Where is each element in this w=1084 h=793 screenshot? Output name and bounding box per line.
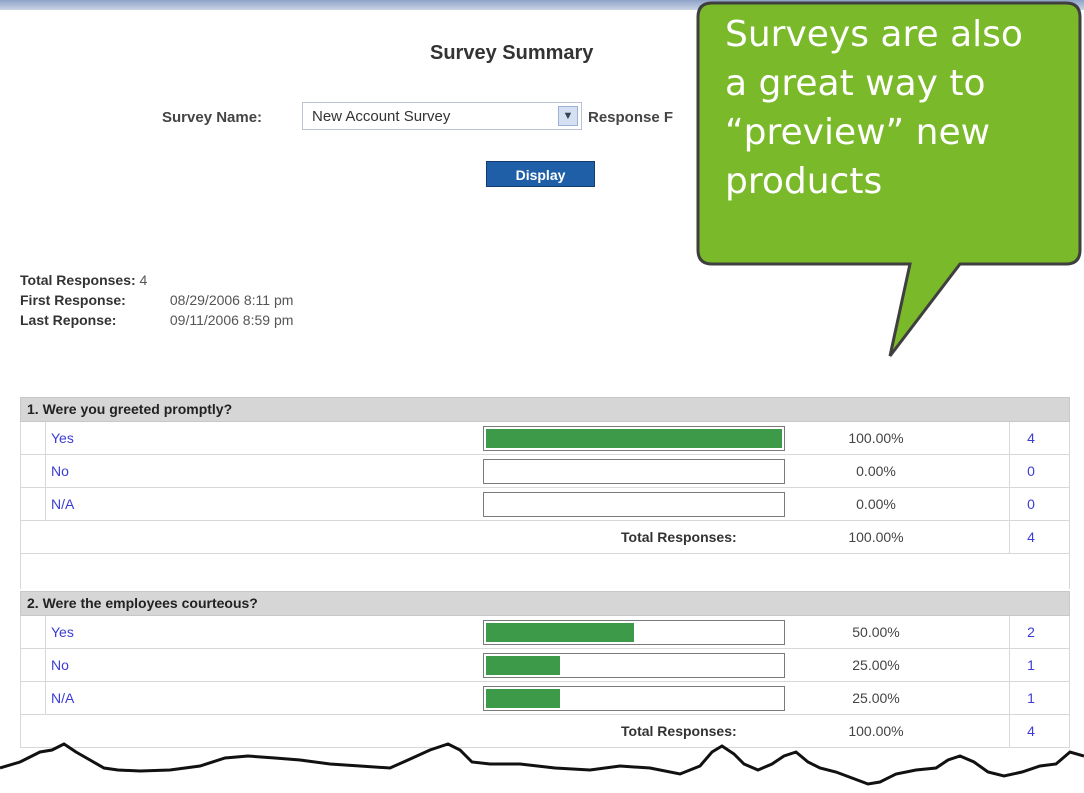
answer-label[interactable]: Yes: [51, 430, 74, 446]
question-block: 1. Were you greeted promptly? Yes 100.00…: [20, 397, 1070, 589]
callout-line: products: [725, 161, 883, 202]
answer-percent: 0.00%: [856, 496, 896, 512]
answer-bar: [483, 426, 785, 451]
response-filter-label: Response F: [588, 109, 674, 126]
answer-bar-fill: [486, 623, 634, 642]
answer-row: N/A 0.00% 0: [20, 488, 1070, 521]
answer-bar-fill: [486, 656, 560, 675]
answer-label[interactable]: N/A: [51, 496, 74, 512]
answer-percent: 25.00%: [852, 690, 900, 706]
answer-count[interactable]: 1: [1011, 690, 1051, 706]
stat-total: Total Responses: 4: [20, 270, 293, 290]
callout-line: Surveys are also: [725, 14, 1023, 55]
answer-label[interactable]: No: [51, 657, 69, 673]
answer-bar: [483, 492, 785, 517]
response-stats: Total Responses: 4 First Response: 08/29…: [20, 270, 293, 330]
answer-bar: [483, 459, 785, 484]
callout-line: a great way to: [725, 63, 986, 104]
answer-row: Yes 50.00% 2: [20, 616, 1070, 649]
survey-name-value: New Account Survey: [312, 108, 451, 125]
answer-bar: [483, 686, 785, 711]
total-label: Total Responses:: [621, 529, 737, 545]
callout-text: Surveys are also a great way to “preview…: [725, 10, 1065, 206]
total-count[interactable]: 4: [1011, 529, 1051, 545]
stat-total-value: 4: [139, 272, 148, 288]
survey-name-select[interactable]: New Account Survey ▼: [302, 102, 582, 130]
question-spacer: [20, 554, 1070, 589]
display-button[interactable]: Display: [486, 161, 595, 187]
question-header: 1. Were you greeted promptly?: [20, 397, 1070, 422]
answer-row: N/A 25.00% 1: [20, 682, 1070, 715]
answer-bar: [483, 653, 785, 678]
answer-row: No 25.00% 1: [20, 649, 1070, 682]
answer-label[interactable]: Yes: [51, 624, 74, 640]
torn-edge: [0, 742, 1084, 793]
total-percent: 100.00%: [848, 529, 904, 545]
question-title: Were you greeted promptly?: [42, 401, 233, 417]
question-number: 1.: [27, 401, 39, 417]
answer-percent: 25.00%: [852, 657, 900, 673]
answer-bar: [483, 620, 785, 645]
total-row: Total Responses: 100.00% 4: [20, 521, 1070, 554]
chevron-down-icon[interactable]: ▼: [558, 106, 578, 126]
answer-percent: 0.00%: [856, 463, 896, 479]
answer-count[interactable]: 4: [1011, 430, 1051, 446]
stat-total-label: Total Responses:: [20, 272, 136, 288]
answer-percent: 100.00%: [848, 430, 904, 446]
answer-count[interactable]: 1: [1011, 657, 1051, 673]
question-title: Were the employees courteous?: [42, 595, 258, 611]
question-header: 2. Were the employees courteous?: [20, 591, 1070, 616]
answer-bar-fill: [486, 429, 782, 448]
answer-count[interactable]: 0: [1011, 496, 1051, 512]
answer-label[interactable]: No: [51, 463, 69, 479]
callout-line: “preview” new: [725, 112, 991, 153]
survey-name-label: Survey Name:: [162, 109, 263, 126]
top-bar: [0, 0, 1084, 10]
answer-row: Yes 100.00% 4: [20, 422, 1070, 455]
question-block: 2. Were the employees courteous? Yes 50.…: [20, 591, 1070, 748]
answer-count[interactable]: 2: [1011, 624, 1051, 640]
question-number: 2.: [27, 595, 39, 611]
stat-first-value: 08/29/2006 8:11 pm: [169, 292, 294, 308]
stat-last-label: Last Reponse:: [20, 312, 117, 328]
stat-last-value: 09/11/2006 8:59 pm: [169, 312, 294, 328]
answer-label[interactable]: N/A: [51, 690, 74, 706]
page-title: Survey Summary: [430, 42, 594, 64]
answer-count[interactable]: 0: [1011, 463, 1051, 479]
stat-first-label: First Response:: [20, 292, 126, 308]
stat-first: First Response: 08/29/2006 8:11 pm: [20, 290, 293, 310]
stat-last: Last Reponse: 09/11/2006 8:59 pm: [20, 310, 293, 330]
answer-percent: 50.00%: [852, 624, 900, 640]
answer-bar-fill: [486, 689, 560, 708]
answer-row: No 0.00% 0: [20, 455, 1070, 488]
